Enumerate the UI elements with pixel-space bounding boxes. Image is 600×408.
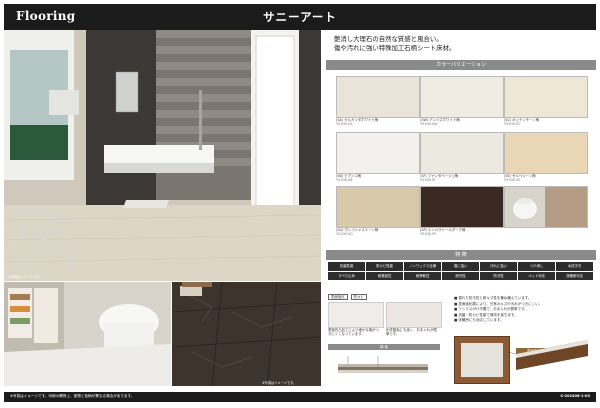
sample-note-2: 化学薬品にも強く、お手入れが簡単です。 [386,328,437,337]
feature-cell: 耐薬品性 [366,271,404,280]
feature-cell: 耐光性 [442,271,480,280]
bullet-items: ■ 優れた防汚性と耐キズ性を兼ね備えています。 ■ 表面強化層により、日常のキズや… [454,296,596,324]
structure-band: 構 造 [328,344,440,350]
swatch-code: YS106-SF [420,178,437,183]
feature-cell: ペット対応 [518,271,556,280]
catalog-code: S-202406-1-03 [560,394,590,398]
sample-board [454,336,510,384]
toilet-illustration [4,282,171,386]
swatch-label: (SP) エンペラドールダーク柄 YS106-SP [420,228,465,237]
swatch-code: YS106-SW [420,122,438,127]
color-swatch [336,186,420,228]
catalog-page: Flooring サニーアート ※写真はイメージです。 ※写真はイメージです。 … [0,0,600,408]
sample-photo-1 [328,302,384,328]
sample-tags: 表面強化 防カビ [328,294,367,301]
color-swatch [336,76,420,118]
swatch-code: YS106-SA [336,122,353,127]
features-band: 特 徴 [326,250,596,260]
bathroom-illustration [4,30,321,281]
sub-photo-caption: ※写真はイメージです。 [262,381,297,385]
color-swatch [504,132,588,174]
product-title: サニーアート [263,10,337,24]
header-bar: Flooring サニーアート [4,4,596,30]
headline: 艶消し大理石の自然な質感と風合い。 傷や汚れに強い特殊加工石柄シート床材。 [334,35,589,53]
feature-cell: ノンワックス仕様 [404,262,442,271]
feature-cell: 水拭き可 [556,262,594,271]
swatch-label: (SE) セルベジーノ柄 YS106-SE [504,174,536,183]
main-photo: ※写真はイメージです。 [4,30,321,281]
swatch-label: (SC) ボッティチーノ柄 YS106-SC [504,118,539,127]
toilet-photo [4,282,171,386]
color-swatch [420,186,504,228]
feature-cell: つや消し [518,262,556,271]
color-swatch [336,132,420,174]
feature-cell: 防汚性 [480,271,518,280]
footer-note: ※写真はイメージです。印刷の関係上、実物と色柄が異なる場合があります。 [10,394,135,398]
structure-diagram [338,356,428,373]
swatch-code: YS106-SE [504,178,521,183]
main-photo-caption: ※写真はイメージです。 [8,275,43,279]
headline-line-2: 傷や汚れに強い特殊加工石柄シート床材。 [334,44,456,52]
color-swatch [420,132,504,174]
swatch-label: (SG) グレイシャストーン柄 YS106-SG [336,228,378,237]
color-swatch [420,76,504,118]
feature-cell: 傷に強い [442,262,480,271]
decor-photo-swatch [504,186,588,228]
swatch-code: YS106-SP [420,232,437,237]
color-variation-band: カラーバリエーション [326,60,596,70]
dark-floor-illustration [172,282,321,386]
layer-cross-section [508,340,588,370]
headline-line-1: 艶消し大理石の自然な質感と風合い。 [334,35,443,43]
bullet-item: ■ 床暖房にも対応しています。 [454,318,504,323]
swatch-code: YS106-SB [336,178,353,183]
color-swatch [504,76,588,118]
swatch-label: (SW) アンバスホワイト柄 YS106-SW [420,118,460,127]
sample-tag-1: 表面強化 [328,294,348,301]
sample-photo-2 [386,302,442,328]
swatch-label: (SA) カルカッタホワイト柄 YS106-SA [336,118,378,127]
sample-note-1: 表面凹凸加工により細かな傷がつきにくくなっています。 [328,328,379,337]
swatch-label: (SF) ファンタベージュ柄 YS106-SF [420,174,458,183]
feature-cell: すべり止め [328,271,366,280]
sample-tag-2: 防カビ [350,294,367,301]
feature-cell: 抗菌性能 [328,262,366,271]
swatch-label: (SB) ビアンコ柄 YS106-SB [336,174,361,183]
swatch-code: YS106-SG [336,232,353,237]
feature-cell: 床暖房対応 [556,271,594,280]
swatch-code: YS106-SC [504,122,521,127]
product-info: 艶消し大理石の自然な質感と風合い。 傷や汚れに強い特殊加工石柄シート床材。 カラ… [326,30,596,386]
feature-cell: 汚れに強い [480,262,518,271]
footer-bar: ※写真はイメージです。印刷の関係上、実物と色柄が異なる場合があります。 S-20… [4,392,596,402]
feature-cell: 耐摩耗性 [404,271,442,280]
vase-illustration [505,187,587,227]
feature-cell: 防カビ性能 [366,262,404,271]
dark-floor-photo: ※写真はイメージです。 [172,282,321,386]
